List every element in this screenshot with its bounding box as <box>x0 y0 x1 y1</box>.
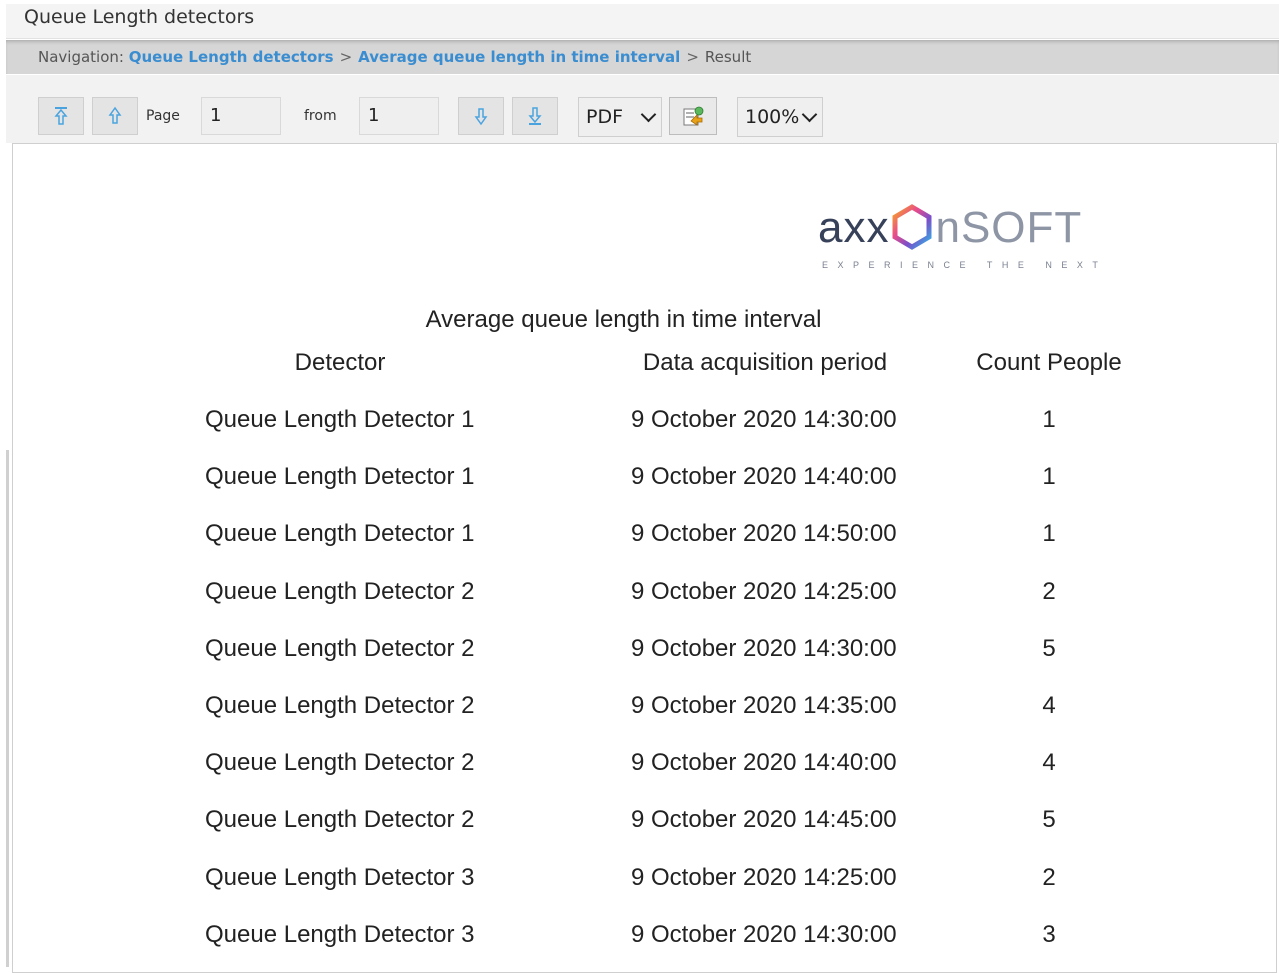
detector-cell: Queue Length Detector 2 <box>205 749 475 777</box>
detector-cell: Queue Length Detector 1 <box>205 463 475 491</box>
period-cell: 9 October 2020 14:30:00 <box>631 634 897 662</box>
detector-cell: Queue Length Detector 2 <box>205 577 475 605</box>
page-input[interactable]: 1 <box>201 97 281 135</box>
arrow-down-to-bottom-icon <box>528 107 542 125</box>
column-header-detector: Detector <box>294 349 386 376</box>
from-label: from <box>304 108 337 124</box>
next-page-button[interactable] <box>458 97 504 135</box>
table-row: Queue Length Detector 2 9 October 2020 14… <box>0 635 1279 675</box>
detector-cell: Queue Length Detector 2 <box>205 806 475 834</box>
period-cell: 9 October 2020 14:35:00 <box>631 692 897 719</box>
column-header-count: Count People <box>976 349 1122 376</box>
page-label: Page <box>146 108 180 124</box>
breadcrumb-link-average-queue-length[interactable]: Average queue length in time interval <box>358 48 680 66</box>
arrow-up-to-top-icon <box>54 107 68 125</box>
arrow-up-icon <box>108 106 122 124</box>
detector-cell: Queue Length Detector 3 <box>205 920 475 948</box>
period-cell: 9 October 2020 14:40:00 <box>631 463 897 491</box>
window-title-bar: Queue Length detectors <box>6 4 1279 39</box>
detector-cell: Queue Length Detector 1 <box>205 520 475 548</box>
breadcrumb-prefix: Navigation: <box>38 48 124 66</box>
table-row: Queue Length Detector 1 9 October 2020 14… <box>0 406 1279 446</box>
logo-text-nsoft: nSOFT <box>935 203 1083 252</box>
chevron-down-icon <box>640 106 657 123</box>
export-format-select[interactable]: PDF <box>578 97 662 137</box>
count-cell: 4 <box>1042 749 1056 777</box>
period-cell: 9 October 2020 14:25:00 <box>631 863 897 891</box>
arrow-down-icon <box>474 108 488 126</box>
period-cell: 9 October 2020 14:45:00 <box>631 806 897 834</box>
report-toolbar: Page 1 from 1 PDF 100% <box>6 75 1279 143</box>
window-title: Queue Length detectors <box>24 6 255 28</box>
period-cell: 9 October 2020 14:50:00 <box>631 520 897 548</box>
detector-cell: Queue Length Detector 2 <box>205 634 475 662</box>
table-row: Queue Length Detector 2 9 October 2020 14… <box>0 578 1279 618</box>
table-row: Queue Length Detector 2 9 October 2020 14… <box>0 806 1279 846</box>
period-cell: 9 October 2020 14:30:00 <box>631 406 897 433</box>
page-count-field: 1 <box>359 97 439 135</box>
column-header-period: Data acquisition period <box>642 349 888 376</box>
chevron-down-icon <box>801 106 818 123</box>
breadcrumb-separator: > <box>686 48 699 66</box>
axxonsoft-logo: axx nSOFT EXPERIENCE THE NEXT <box>818 203 1138 278</box>
detector-cell: Queue Length Detector 3 <box>205 863 475 891</box>
logo-tagline: EXPERIENCE THE NEXT <box>822 260 1108 270</box>
count-cell: 5 <box>1042 806 1056 834</box>
count-cell: 2 <box>1042 863 1056 891</box>
detector-cell: Queue Length Detector 2 <box>205 692 475 719</box>
breadcrumb-current: Result <box>704 48 752 66</box>
zoom-select[interactable]: 100% <box>737 97 823 137</box>
period-cell: 9 October 2020 14:30:00 <box>631 920 897 948</box>
first-page-button[interactable] <box>38 97 84 135</box>
table-row: Queue Length Detector 3 9 October 2020 14… <box>0 864 1279 904</box>
count-cell: 1 <box>1042 520 1056 548</box>
detector-cell: Queue Length Detector 1 <box>205 406 475 433</box>
count-cell: 5 <box>1042 634 1056 662</box>
export-format-value: PDF <box>586 106 624 128</box>
count-cell: 4 <box>1042 692 1056 719</box>
table-row: Queue Length Detector 2 9 October 2020 14… <box>0 749 1279 789</box>
export-button[interactable] <box>669 97 717 135</box>
table-row: Queue Length Detector 2 9 October 2020 14… <box>0 692 1279 732</box>
last-page-button[interactable] <box>512 97 558 135</box>
count-cell: 1 <box>1042 406 1056 433</box>
report-title: Average queue length in time interval <box>425 306 822 333</box>
breadcrumb: Navigation: Queue Length detectors > Avera… <box>6 40 1279 74</box>
previous-page-button[interactable] <box>92 97 138 135</box>
zoom-value: 100% <box>745 106 800 128</box>
count-cell: 3 <box>1042 920 1056 948</box>
table-row: Queue Length Detector 1 9 October 2020 14… <box>0 520 1279 560</box>
logo-wordmark: axx nSOFT <box>818 203 1082 253</box>
logo-hexagon-icon <box>892 204 932 250</box>
export-icon <box>683 106 704 126</box>
logo-text-axx: axx <box>818 203 890 252</box>
count-cell: 1 <box>1042 463 1056 491</box>
table-row: Queue Length Detector 3 9 October 2020 14… <box>0 921 1279 961</box>
breadcrumb-separator: > <box>339 48 353 66</box>
period-cell: 9 October 2020 14:25:00 <box>631 577 897 605</box>
table-row: Queue Length Detector 1 9 October 2020 14… <box>0 463 1279 503</box>
count-cell: 2 <box>1042 577 1056 605</box>
breadcrumb-link-queue-length-detectors[interactable]: Queue Length detectors <box>129 48 334 66</box>
period-cell: 9 October 2020 14:40:00 <box>631 749 897 777</box>
